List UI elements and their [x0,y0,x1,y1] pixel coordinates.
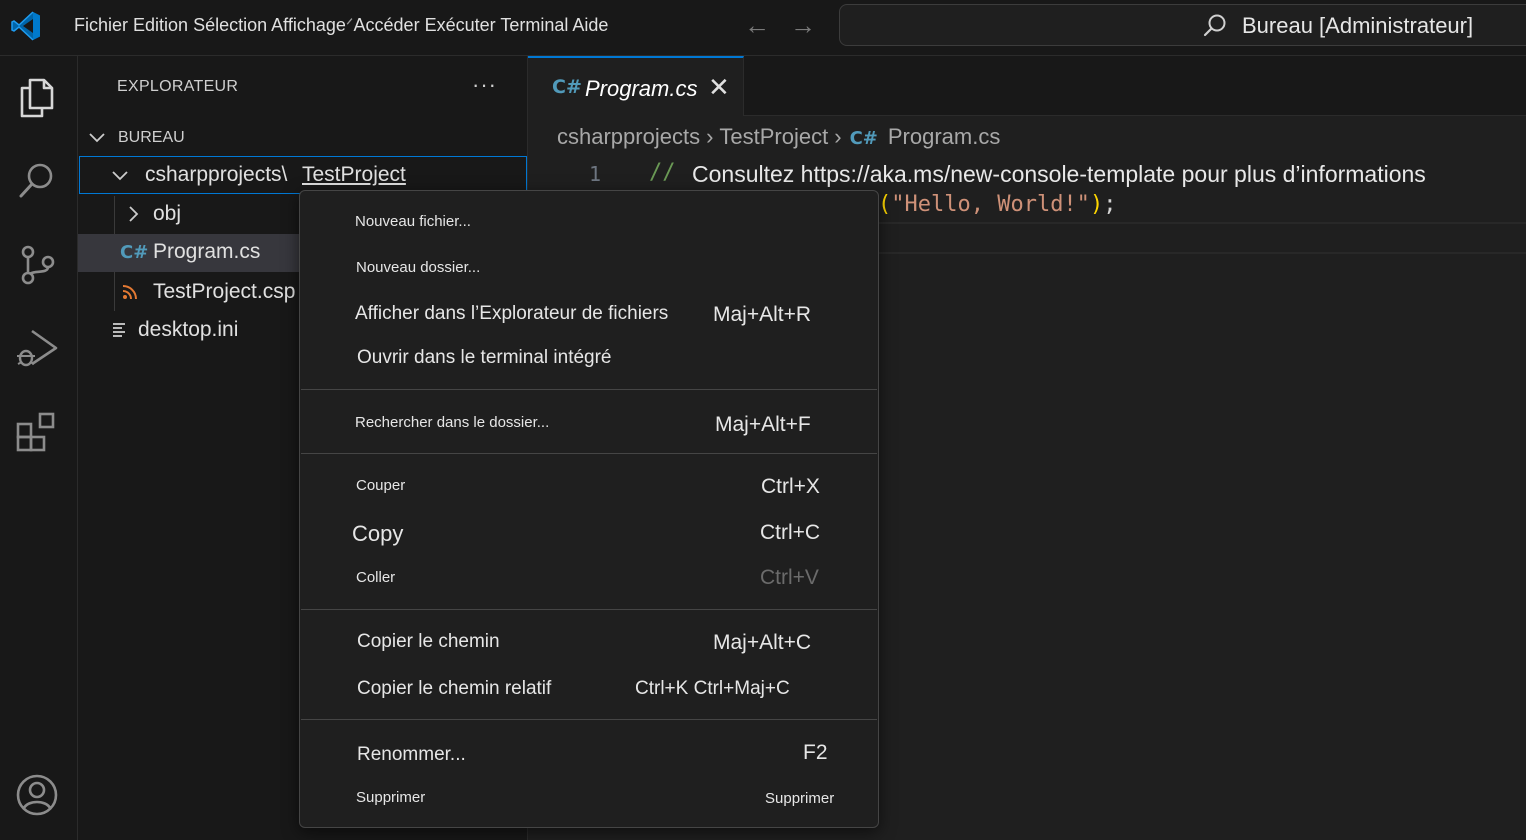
back-arrow-icon[interactable]: ← [744,12,770,38]
run-debug-icon[interactable] [14,326,60,372]
menu-item-open-terminal[interactable]: Ouvrir dans le terminal intégré [300,337,878,377]
menu-item-label: Renommer... [357,744,466,765]
more-actions-icon[interactable]: ··· [472,72,497,98]
tree-label-program: Program.cs [153,240,261,263]
menu-item-shortcut: Ctrl+C [760,521,821,544]
open-paren: ( [878,192,892,217]
menu-edition[interactable]: Edition [133,15,188,35]
tree-folder-testproject[interactable]: csharpprojects\ TestProject [79,156,527,194]
menu-selection[interactable]: Sélection [193,15,267,35]
menu-item-reveal-explorer[interactable]: Afficher dans l’Explorateur de fichiers … [300,293,878,333]
activity-bar [0,56,78,840]
menu-item-shortcut: Ctrl+X [761,475,820,498]
chevron-right-icon: › [706,124,714,149]
extensions-icon[interactable] [14,410,60,456]
search-icon [1203,14,1226,37]
account-icon[interactable] [14,772,60,818]
close-icon[interactable]: ✕ [708,72,730,103]
tree-label-desktop-ini: desktop.ini [138,318,239,341]
menu-item-label: Copy [352,521,404,546]
title-bar: Fichier Edition Sélection AffichageᐟAccé… [0,0,1526,56]
line-number: 1 [589,162,602,186]
menu-item-label: Copier le chemin relatif [357,678,552,699]
text-file-icon [113,323,125,337]
tab-program-cs[interactable]: C# Program.cs ✕ [528,56,744,116]
menu-item-copy[interactable]: Copy Ctrl+C [300,513,878,553]
menu-item-shortcut: Ctrl+K Ctrl+Maj+C [635,678,790,699]
menu-affichage[interactable]: Affichage [271,15,346,35]
csharp-file-icon: C# [849,128,878,149]
tree-label-csproj: TestProject.csp [153,280,296,303]
workspace-label: BUREAU [118,129,185,146]
source-control-icon[interactable] [14,242,60,288]
string-literal: "Hello, World!" [891,192,1090,217]
tree-label-obj: obj [153,202,182,225]
explorer-title: EXPLORATEUR [117,78,239,95]
csharp-file-icon: C# [552,76,582,98]
menu-item-shortcut: Maj+Alt+C [713,631,812,654]
chevron-right-icon [129,206,139,222]
rss-feed-icon [122,285,137,300]
menu-item-label: Coller [356,569,396,586]
chevron-down-icon [112,171,128,181]
code-statement: ("Hello, World!"); [878,192,1116,217]
forward-arrow-icon[interactable]: → [790,12,816,38]
menu-aide[interactable]: Aide [572,15,608,35]
menu-item-label: Nouveau fichier... [355,213,471,230]
menu-item-label: Rechercher dans le dossier... [355,414,550,431]
menu-item-cut[interactable]: Couper Ctrl+X [300,467,878,507]
menu-item-copy-path[interactable]: Copier le chemin Maj+Alt+C [300,621,878,661]
menu-item-shortcut: F2 [803,741,828,764]
tab-label: Program.cs [585,76,698,101]
menu-terminal[interactable]: Terminal [500,15,568,35]
menu-item-paste[interactable]: Coller Ctrl+V [300,557,878,597]
menu-item-rename[interactable]: Renommer... F2 [300,734,878,774]
menu-item-find-in-folder[interactable]: Rechercher dans le dossier... Maj+Alt+F [300,403,878,443]
menu-item-label: Afficher dans l’Explorateur de fichiers [355,303,669,324]
menu-item-new-file[interactable]: Nouveau fichier... [300,201,878,241]
menu-item-shortcut: Maj+Alt+F [715,413,811,436]
semicolon: ; [1103,192,1117,217]
menu-separator [301,453,877,454]
close-paren: ) [1089,192,1104,217]
command-center[interactable]: Bureau [Administrateur] [839,4,1526,46]
menu-acceder[interactable]: Accéder [354,15,420,35]
folder-name: TestProject [302,163,406,186]
menu-item-delete[interactable]: Supprimer Supprimer [300,779,878,819]
csharp-file-icon: C# [120,242,149,263]
breadcrumb-item-csharpprojects[interactable]: csharpprojects [557,124,700,149]
menu-item-label: Supprimer [356,789,426,806]
menu-item-new-folder[interactable]: Nouveau dossier... [300,247,878,287]
menu-item-shortcut: Ctrl+V [760,566,819,589]
search-icon[interactable] [14,158,60,204]
menu-item-copy-relative-path[interactable]: Copier le chemin relatif Ctrl+K Ctrl+Maj… [300,668,878,708]
context-menu: Nouveau fichier... Nouveau dossier... Af… [299,190,879,828]
menu-separator [301,609,877,610]
breadcrumb: csharpprojects › TestProject › C# Program.cs [557,124,1000,150]
menu-fichier[interactable]: Fichier [74,15,128,35]
current-line-highlight [878,222,1526,254]
menu-item-label: Copier le chemin [357,631,500,652]
menu-item-label: Nouveau dossier... [356,259,481,276]
menu-bar: Fichier Edition Sélection AffichageᐟAccé… [74,15,609,35]
breadcrumb-item-program[interactable]: Program.cs [888,124,1000,149]
vscode-logo-icon[interactable] [10,10,42,42]
menu-item-shortcut: Supprimer [765,790,835,807]
folder-path-prefix: csharpprojects\ [145,163,288,186]
explorer-icon[interactable] [14,74,60,120]
menu-item-label: Ouvrir dans le terminal intégré [357,347,612,368]
comment-text: Consultez https://aka.ms/new-console-tem… [692,161,1426,187]
menu-executer[interactable]: Exécuter [425,15,496,35]
menu-separator [301,389,877,390]
tab-strip: C# Program.cs ✕ [528,56,1526,116]
breadcrumb-item-testproject[interactable]: TestProject [719,124,828,149]
workspace-header[interactable]: BUREAU [78,120,528,156]
menu-separator [301,719,877,720]
comment-marker: // [649,160,676,185]
chevron-down-icon [89,133,105,143]
menu-item-shortcut: Maj+Alt+R [713,303,812,326]
chevron-right-icon: › [834,124,842,149]
menu-item-label: Couper [356,477,406,494]
command-center-text: Bureau [Administrateur] [1242,13,1474,38]
